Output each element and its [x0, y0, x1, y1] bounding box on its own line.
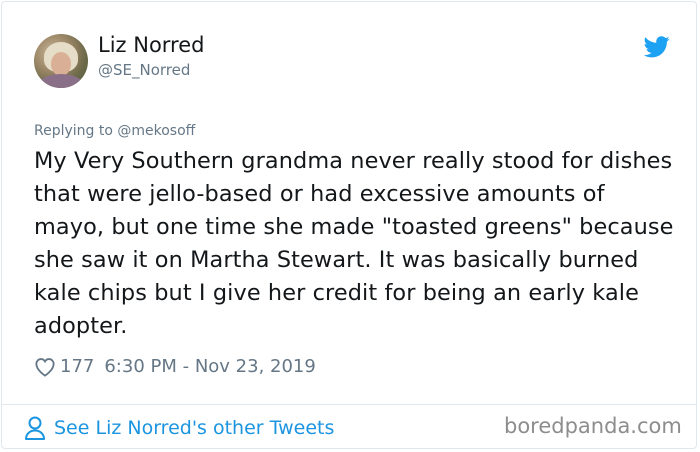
like-count: 177: [60, 355, 95, 377]
tweet-card: Liz Norred @SE_Norred Replying to @mekos…: [1, 1, 697, 449]
tweet-meta: 177 6:30 PM - Nov 23, 2019: [34, 353, 316, 379]
timestamp[interactable]: 6:30 PM - Nov 23, 2019: [104, 356, 315, 377]
other-tweets-link[interactable]: See Liz Norred's other Tweets: [24, 415, 334, 441]
tweet-text: My Very Southern grandma never really st…: [34, 148, 674, 339]
watermark: boredpanda.com: [504, 414, 682, 438]
twitter-bird-icon[interactable]: [644, 36, 670, 58]
avatar-shoulders: [38, 74, 84, 88]
reply-context[interactable]: Replying to @mekosoff: [34, 123, 195, 139]
other-tweets-label[interactable]: See Liz Norred's other Tweets: [54, 417, 334, 439]
author-handle[interactable]: @SE_Norred: [98, 61, 190, 79]
avatar-face: [51, 52, 71, 76]
heart-icon[interactable]: [34, 357, 56, 377]
person-icon: [25, 416, 45, 440]
author-name[interactable]: Liz Norred: [98, 33, 204, 57]
avatar[interactable]: [34, 34, 88, 88]
divider: [2, 404, 696, 405]
